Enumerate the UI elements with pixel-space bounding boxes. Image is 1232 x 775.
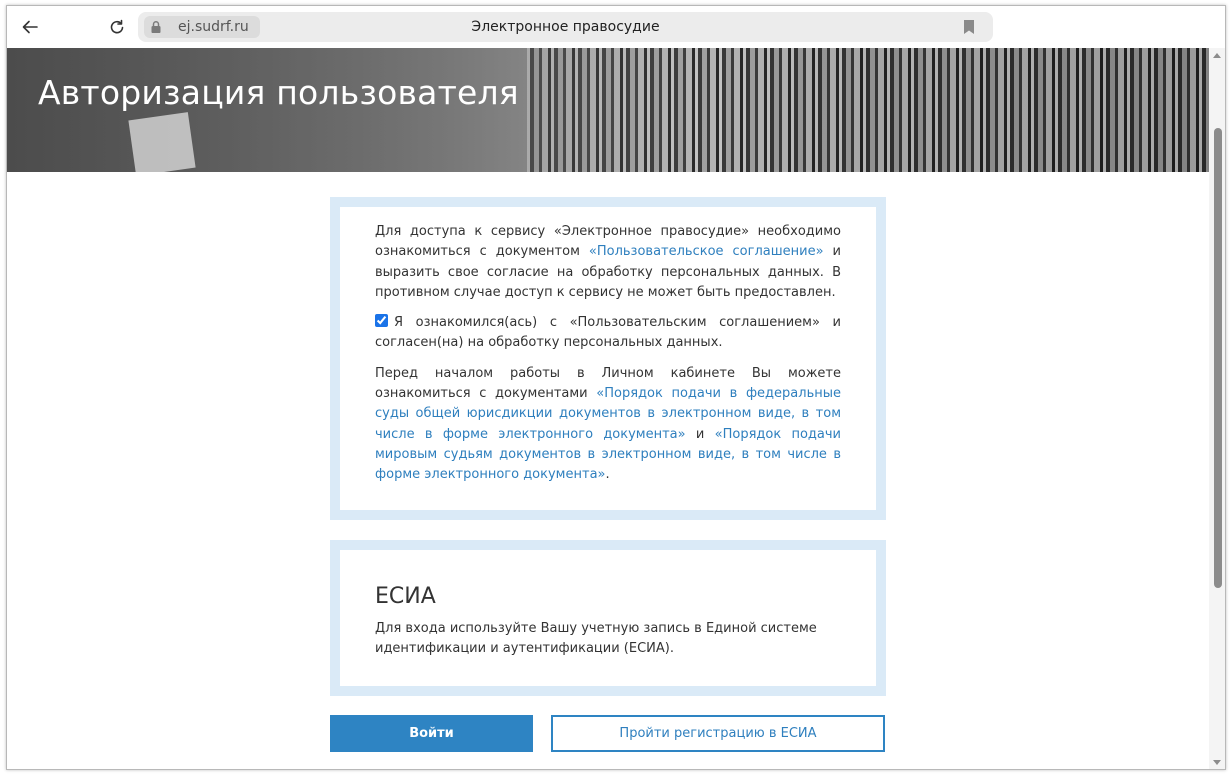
agreement-intro: Для доступа к сервису «Электронное право…: [375, 222, 841, 303]
reload-icon: [110, 19, 124, 34]
hero-paper: [128, 112, 196, 172]
documents-paragraph: Перед началом работы в Личном кабинете В…: [375, 364, 841, 486]
user-agreement-link[interactable]: «Пользовательское соглашение»: [589, 244, 824, 259]
browser-toolbar: ej.sudrf.ru Электронное правосудие: [7, 6, 1225, 48]
arrow-left-icon: [22, 20, 38, 34]
hero-banner: Авторизация пользователя: [7, 48, 1211, 172]
bookmark-icon[interactable]: [963, 19, 975, 35]
consent-checkbox[interactable]: [375, 314, 388, 328]
scroll-thumb[interactable]: [1214, 128, 1222, 588]
consent-label[interactable]: Я ознакомился(ась) с «Пользовательским с…: [375, 315, 841, 350]
agreement-panel: Для доступа к сервису «Электронное право…: [330, 197, 886, 520]
esia-description: Для входа используйте Вашу учетную запис…: [375, 621, 817, 657]
scrollbar[interactable]: [1209, 48, 1225, 769]
tab-title: Электронное правосудие: [471, 19, 660, 35]
documents-text-and: и: [685, 426, 715, 442]
page-title: Авторизация пользователя: [38, 73, 519, 112]
consent-row: Я ознакомился(ась) с «Пользовательским с…: [375, 313, 841, 354]
back-button[interactable]: [18, 15, 42, 39]
esia-title: ЕСИА: [375, 584, 436, 609]
esia-register-button[interactable]: Пройти регистрацию в ЕСИА: [551, 715, 885, 752]
browser-window: ej.sudrf.ru Электронное правосудие Автор…: [6, 5, 1226, 770]
documents-text-end: .: [605, 467, 610, 483]
esia-panel: ЕСИА Для входа используйте Вашу учетную …: [330, 540, 886, 696]
reload-button[interactable]: [105, 15, 129, 39]
scroll-down-arrow-icon[interactable]: [1213, 760, 1221, 765]
login-button[interactable]: Войти: [330, 715, 533, 752]
address-bar[interactable]: ej.sudrf.ru Электронное правосудие: [138, 12, 993, 42]
scroll-up-arrow-icon[interactable]: [1213, 53, 1221, 58]
